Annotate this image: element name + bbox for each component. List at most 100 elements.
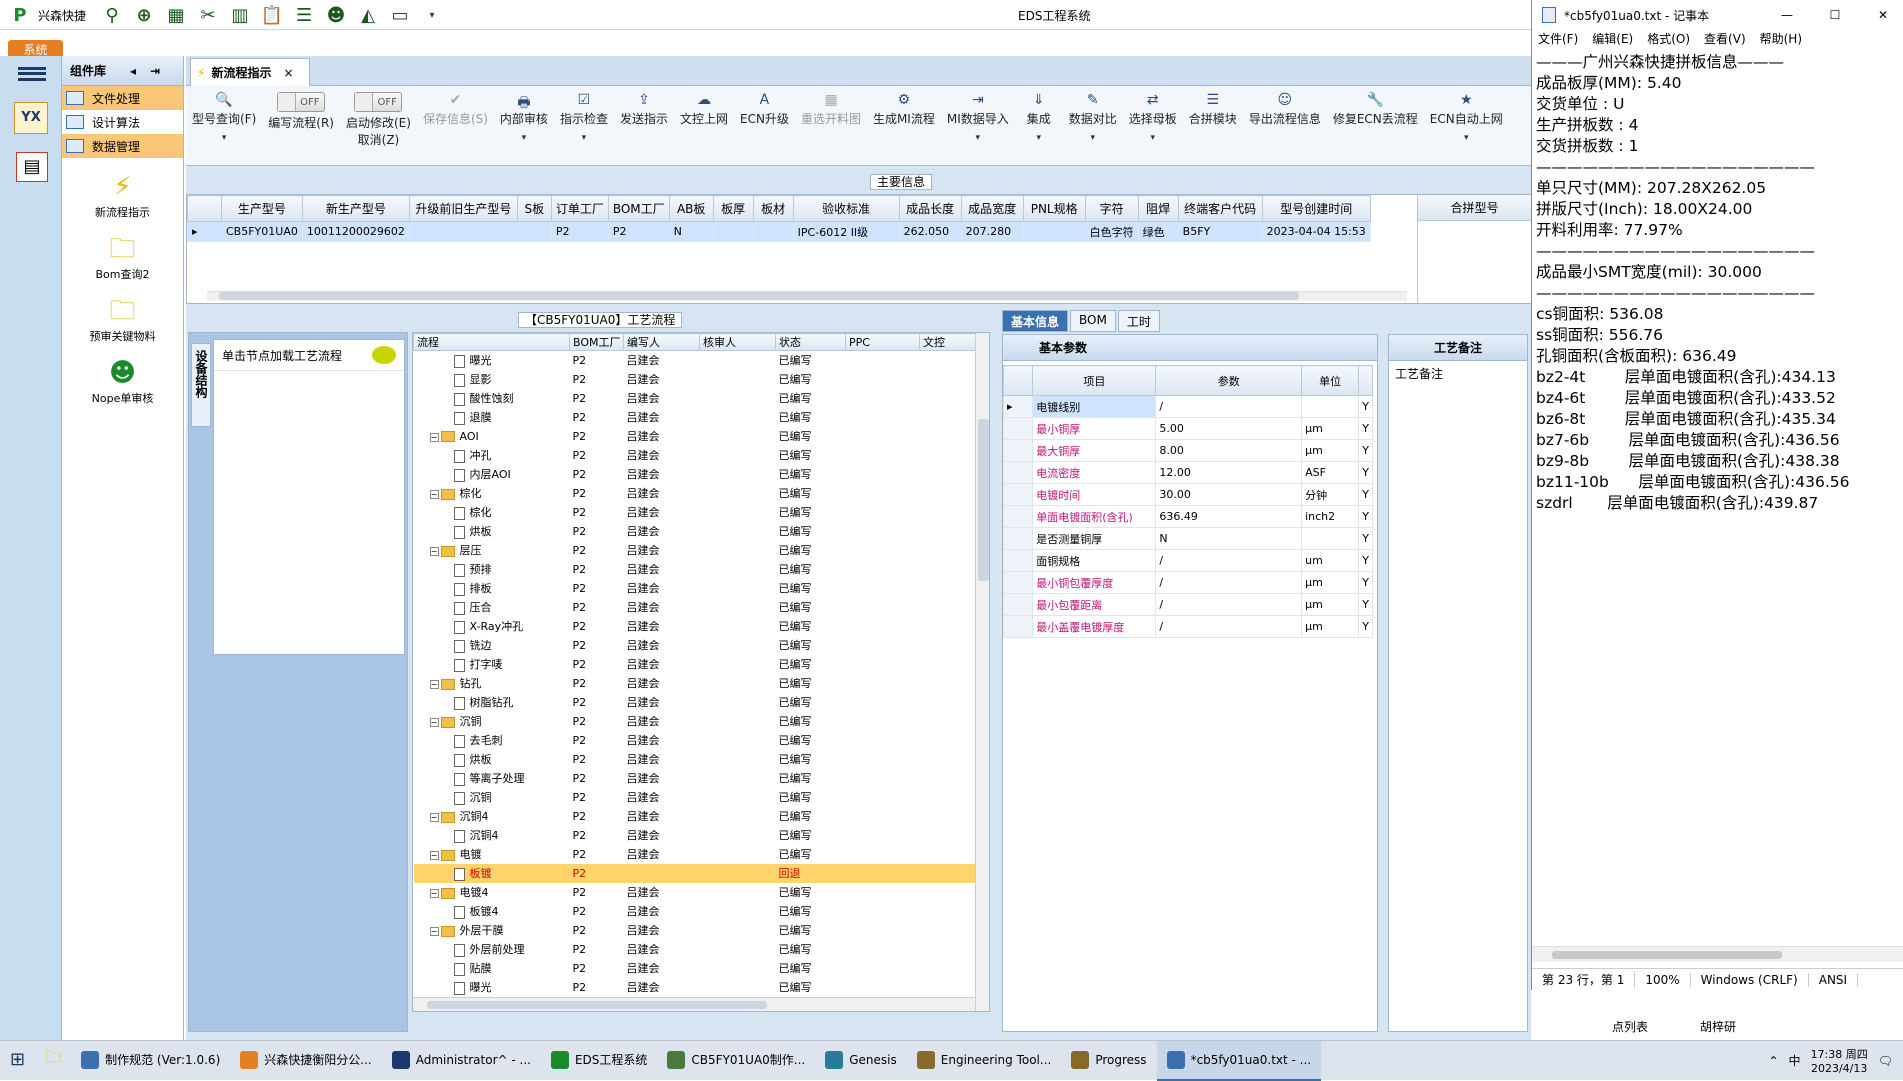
table-row[interactable]: 棕化 P2 吕建会 已编写: [414, 503, 976, 522]
flow-node[interactable]: 冲孔: [414, 446, 570, 465]
flow-node[interactable]: 板镀4: [414, 902, 570, 921]
table-row[interactable]: 最小盖覆电镀厚度 / μm Y: [1002, 615, 1373, 638]
hamburger-menu-icon[interactable]: [10, 60, 54, 88]
table-row[interactable]: 预排 P2 吕建会 已编写: [414, 560, 976, 579]
scissors-icon[interactable]: ✂: [194, 2, 222, 28]
table-row[interactable]: 电流密度 12.00 ASF Y: [1002, 461, 1373, 484]
table-row[interactable]: 等离子处理 P2 吕建会 已编写: [414, 769, 976, 788]
chart-icon[interactable]: ◭: [354, 2, 382, 28]
table-row[interactable]: 内层AOI P2 吕建会 已编写: [414, 465, 976, 484]
flow-node[interactable]: − 钻孔: [414, 674, 570, 693]
table-cell[interactable]: P2: [607, 221, 670, 242]
table-row[interactable]: 面铜规格 / um Y: [1002, 549, 1373, 572]
flow-node[interactable]: 退膜: [414, 408, 570, 427]
col-header[interactable]: BOM工厂: [607, 195, 670, 222]
param-value[interactable]: 5.00: [1155, 417, 1303, 440]
expand-toggle-icon[interactable]: −: [429, 490, 439, 499]
calculator-icon[interactable]: ▤: [16, 152, 48, 182]
col-header[interactable]: 字符: [1084, 195, 1139, 222]
dropdown-icon[interactable]: ▾: [582, 133, 587, 143]
tab-basic-info[interactable]: 基本信息: [1002, 310, 1069, 332]
col-header[interactable]: S板: [516, 195, 552, 222]
dropdown-icon[interactable]: ▾: [1464, 133, 1469, 143]
flow-node[interactable]: − 棕化: [414, 484, 570, 503]
table-row[interactable]: 显影 P2 吕建会 已编写: [414, 370, 976, 389]
tab-bom[interactable]: BOM: [1070, 310, 1116, 332]
param-value[interactable]: /: [1155, 593, 1303, 616]
mi-data-import-button[interactable]: ⇥ MI数据导入 ▾: [941, 92, 1015, 143]
menu-format[interactable]: 格式(O): [1647, 30, 1690, 52]
table-row[interactable]: 最大铜厚 8.00 μm Y: [1002, 439, 1373, 462]
flow-node[interactable]: 沉铜: [414, 788, 570, 807]
param-value[interactable]: 12.00: [1155, 461, 1303, 484]
table-icon[interactable]: ▦: [162, 2, 190, 28]
generate-mi-flow-button[interactable]: ⚙ 生成MI流程: [867, 92, 941, 127]
launcher-bom-query[interactable]: 🗀 Bom查询2: [62, 234, 183, 282]
dropdown-icon[interactable]: ▾: [522, 133, 527, 143]
clipboard-icon[interactable]: 📋: [258, 2, 286, 28]
flow-node[interactable]: 曝光: [414, 351, 570, 370]
table-cell[interactable]: [712, 221, 754, 242]
flow-node[interactable]: 棕化: [414, 503, 570, 522]
repair-ecn-flow-button[interactable]: 🔧 修复ECN丢流程: [1327, 92, 1424, 127]
expand-toggle-icon[interactable]: −: [429, 889, 439, 898]
table-row[interactable]: − 层压 P2 吕建会 已编写: [414, 541, 976, 560]
table-cell[interactable]: [752, 221, 794, 242]
col-header[interactable]: 终端客户代码: [1177, 195, 1263, 222]
flow-node[interactable]: 压合: [414, 598, 570, 617]
dropdown-icon[interactable]: ▾: [1151, 133, 1156, 143]
table-row[interactable]: 退膜 P2 吕建会 已编写: [414, 408, 976, 427]
flow-node[interactable]: − 沉铜: [414, 712, 570, 731]
flow-col-header[interactable]: 文控: [919, 333, 976, 351]
send-instruction-button[interactable]: ⇪ 发送指示: [614, 92, 674, 127]
expand-toggle-icon[interactable]: −: [429, 432, 439, 442]
flow-node[interactable]: 酸性蚀刻: [414, 389, 570, 408]
taskbar-item[interactable]: *cb5fy01ua0.txt - ...: [1156, 1040, 1322, 1081]
flow-node[interactable]: 预排: [414, 560, 570, 579]
table-row[interactable]: 烘板 P2 吕建会 已编写: [414, 750, 976, 769]
taskbar-item[interactable]: CB5FY01UA0制作...: [657, 1041, 815, 1081]
table-row[interactable]: 电镀时间 30.00 分钟 Y: [1002, 483, 1373, 506]
film-icon[interactable]: ▥: [226, 2, 254, 28]
dropdown-icon[interactable]: ▾: [1091, 133, 1096, 143]
table-row[interactable]: 贴膜 P2 吕建会 已编写: [414, 959, 976, 978]
yx-module-icon[interactable]: YX: [14, 102, 48, 134]
scroll-thumb[interactable]: [219, 292, 1299, 300]
collapse-left-icon[interactable]: ◂: [130, 64, 136, 78]
doc-control-online-button[interactable]: ☁ 文控上网: [674, 92, 734, 127]
table-cell[interactable]: 白色字符: [1084, 221, 1139, 242]
flow-col-header[interactable]: 核审人: [699, 333, 776, 351]
table-row[interactable]: − 电镀4 P2 吕建会 已编写: [414, 883, 976, 902]
table-row[interactable]: − 棕化 P2 吕建会 已编写: [414, 484, 976, 503]
table-row[interactable]: 曝光 P2 吕建会 已编写: [414, 978, 976, 997]
dropdown-icon[interactable]: ▾: [222, 133, 227, 143]
table-cell[interactable]: IPC-6012 II级: [792, 221, 900, 242]
flow-node[interactable]: 烘板: [414, 750, 570, 769]
dropdown-icon[interactable]: ▾: [1037, 133, 1042, 143]
notification-icon[interactable]: 🗨: [1878, 1054, 1893, 1068]
reselect-cutting-button[interactable]: ▦ 重选开料图: [795, 92, 867, 127]
flow-node[interactable]: 树脂钻孔: [414, 693, 570, 712]
flow-node[interactable]: 烘板: [414, 522, 570, 541]
param-value[interactable]: /: [1155, 571, 1303, 594]
file-explorer-icon[interactable]: 🗀: [35, 1041, 71, 1081]
param-value[interactable]: /: [1155, 549, 1303, 572]
flow-node[interactable]: 沉铜4: [414, 826, 570, 845]
flow-node[interactable]: − 电镀: [414, 845, 570, 864]
table-row[interactable]: 烘板 P2 吕建会 已编写: [414, 522, 976, 541]
dropdown-icon[interactable]: ▾: [976, 133, 981, 143]
expand-toggle-icon[interactable]: −: [429, 851, 439, 860]
sidebar-item-design-algorithm[interactable]: 设计算法: [62, 110, 183, 134]
param-value[interactable]: N: [1155, 527, 1303, 550]
table-row[interactable]: 排板 P2 吕建会 已编写: [414, 579, 976, 598]
window-icon[interactable]: ▭: [386, 2, 414, 28]
table-row[interactable]: − 沉铜 P2 吕建会 已编写: [414, 712, 976, 731]
more-icon[interactable]: ▾: [418, 2, 446, 28]
col-header[interactable]: 验收标准: [792, 195, 900, 222]
table-row[interactable]: 板镀 P2 回退: [413, 863, 976, 883]
taskbar-item[interactable]: 制作规范 (Ver:1.0.6): [71, 1041, 230, 1081]
table-row[interactable]: 沉铜4 P2 吕建会 已编写: [414, 826, 976, 845]
table-row[interactable]: 最小铜厚 5.00 μm Y: [1002, 417, 1373, 440]
col-header[interactable]: 板材: [752, 195, 794, 222]
expand-toggle-icon[interactable]: −: [429, 813, 439, 822]
